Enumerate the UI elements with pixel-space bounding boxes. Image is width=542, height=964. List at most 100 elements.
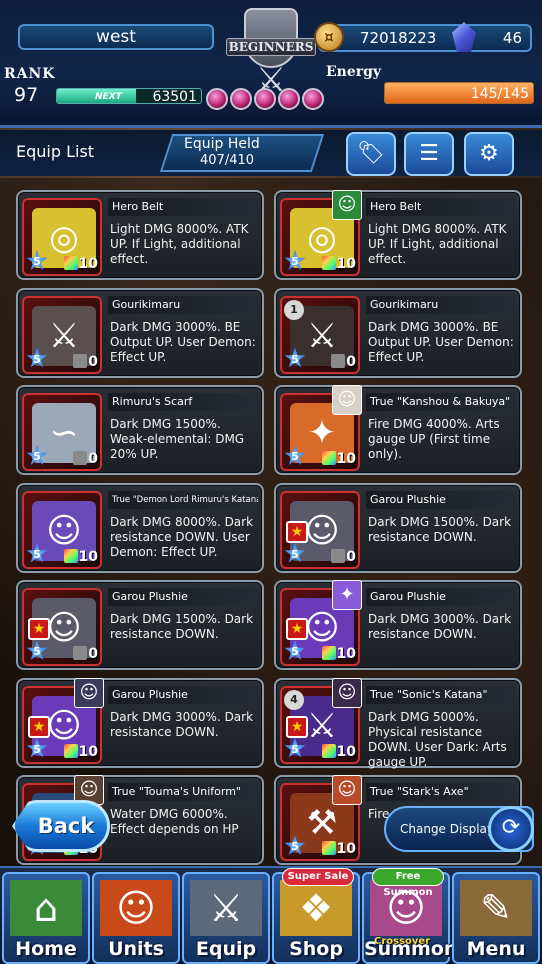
hammer-icon	[73, 353, 88, 368]
equip-level: 10	[321, 841, 356, 857]
equip-level-value: 10	[336, 646, 356, 662]
nav-units[interactable]: ☺ Units	[92, 872, 180, 964]
settings-button[interactable]: ⚙	[464, 132, 514, 176]
equip-description: Dark DMG 8000%. Dark resistance DOWN. Us…	[110, 514, 254, 559]
equip-thumbnail: ☺ ★ 5 0	[22, 588, 102, 666]
filter-button[interactable]: ☰	[404, 132, 454, 176]
nav-shop[interactable]: ❖ Super Sale Shop	[272, 868, 360, 964]
equip-name: Garou Plushie	[366, 490, 516, 509]
hero-icon: ☺	[100, 880, 172, 936]
exp-bar: NEXT 63501	[56, 88, 202, 104]
equip-card[interactable]: ⚔ 4 ★ 5 10 ☺ True "Sonic's Katana" Dark DMG 500…	[274, 677, 522, 769]
treasure-icon: ❖	[280, 880, 352, 936]
limit-break-badge: 1	[284, 299, 304, 320]
nav-home[interactable]: ⌂ Home	[2, 872, 90, 964]
equip-level-value: 0	[346, 548, 356, 565]
nav-summon[interactable]: ☺ Free Summon Crossover Summon	[362, 868, 458, 964]
equip-level-value: 10	[336, 256, 356, 272]
equip-card[interactable]: ☺ ★ 5 0 Garou Plushie Dark DMG 1500%. Dark re…	[16, 580, 264, 670]
equip-description: Light DMG 8000%. ATK UP. If Light, addit…	[368, 222, 507, 266]
equip-name: Garou Plushie	[366, 588, 516, 606]
back-button[interactable]: Back	[12, 800, 110, 852]
equip-level-value: 10	[336, 743, 356, 760]
equip-thumbnail: ∽ 5 0	[22, 393, 102, 471]
star-badge-icon: ★	[286, 520, 308, 543]
hammer-icon	[331, 353, 346, 368]
energy-bar[interactable]: 145/145	[384, 82, 534, 104]
equip-name: Rimuru's Scarf	[108, 393, 258, 411]
equip-card[interactable]: ✦ 5 10 ☺ True "Kanshou & Bakuya" Fire DMG 400…	[274, 385, 522, 475]
equip-name: Hero Belt	[366, 198, 516, 216]
equip-held-label: Equip Held	[184, 136, 260, 152]
bottom-nav: ⌂ Home ☺ Units ⚔ Equip ❖ Super Sale Shop ☺ Free Su…	[0, 866, 542, 964]
hammer-icon	[331, 548, 346, 563]
equip-description: Dark DMG 3000%. BE Output UP. User Demon…	[110, 319, 256, 364]
change-display-button[interactable]: Change Display ⟳	[384, 806, 534, 852]
equip-level-value: 0	[88, 646, 98, 662]
equip-name: Gourikimaru	[366, 295, 516, 314]
rainbow-hammer-icon	[321, 646, 336, 660]
equip-level-value: 0	[346, 353, 356, 370]
equip-name: Gourikimaru	[108, 295, 258, 314]
equip-name: Hero Belt	[108, 198, 258, 216]
equip-thumbnail: ⚔ 5 0	[22, 295, 102, 374]
nav-label: Summon	[364, 938, 458, 960]
equip-level: 10	[63, 548, 98, 565]
gems-value: 46	[502, 29, 522, 47]
currency-bar[interactable]: ¤ 72018223 46	[314, 22, 532, 52]
equip-card[interactable]: ⚔ 1 5 0 Gourikimaru Dark DMG 3000%. BE Output…	[274, 287, 522, 378]
equip-description: Dark DMG 1500%. Dark resistance DOWN.	[110, 612, 254, 641]
refresh-icon: ⟳	[488, 806, 534, 852]
equip-card[interactable]: ☺ ★ 5 0 Garou Plushie Dark DMG 1500%. Dark re…	[274, 482, 522, 573]
equip-level: 10	[63, 743, 98, 760]
limit-break-badge: 4	[284, 689, 304, 710]
equip-name: True "Kanshou & Bakuya"	[366, 393, 516, 411]
equip-card[interactable]: ☺ ★ 5 10 ✦ Garou Plushie Dark DMG 3000%. Dark …	[274, 580, 522, 670]
equip-description: Dark DMG 1500%. Weak-elemental: DMG 20% …	[110, 417, 245, 461]
coins-value: 72018223	[360, 29, 437, 47]
orb-row	[206, 88, 334, 114]
sword-icon: ⚔	[190, 880, 262, 936]
nav-promo-tag: Super Sale	[282, 868, 354, 886]
orb-icon	[230, 88, 252, 110]
equip-card[interactable]: ⚔ 5 0 Gourikimaru Dark DMG 3000%. BE Output …	[16, 287, 264, 378]
equip-level: 0	[331, 353, 356, 370]
next-label: NEXT	[95, 92, 122, 102]
tag-button[interactable]: 🏷	[346, 132, 396, 176]
rainbow-hammer-icon	[321, 256, 336, 270]
equipped-by-portrait-icon: ✦	[332, 580, 362, 610]
equip-list[interactable]: ◎ 5 10 Hero Belt Light DMG 8000%. ATK UP. If…	[0, 178, 542, 868]
equip-card[interactable]: ☺ ★ 5 10 ☺ Garou Plushie Dark DMG 3000%. Dark …	[16, 677, 264, 768]
player-name[interactable]: west	[18, 24, 214, 50]
equip-name: Garou Plushie	[108, 685, 258, 704]
house-icon: ⌂	[10, 880, 82, 936]
hammer-icon	[73, 646, 88, 660]
equip-thumbnail: ◎ 5 10	[22, 198, 102, 276]
equip-name: Garou Plushie	[108, 588, 258, 606]
equip-level: 10	[321, 256, 356, 272]
equip-description: Light DMG 8000%. ATK UP. If Light, addit…	[110, 222, 249, 266]
equip-level: 0	[73, 451, 98, 467]
equip-level: 0	[73, 646, 98, 662]
equip-card[interactable]: ◎ 5 10 ☺ Hero Belt Light DMG 8000%. ATK UP. I…	[274, 190, 522, 280]
rainbow-hammer-icon	[63, 548, 78, 563]
page-title: Equip List	[16, 142, 95, 161]
nav-equip[interactable]: ⚔ Equip	[182, 872, 270, 964]
equip-card[interactable]: ∽ 5 0 Rimuru's Scarf Dark DMG 1500%. Weak-el…	[16, 385, 264, 475]
orb-icon	[302, 88, 324, 110]
star-badge-icon: ★	[286, 715, 308, 738]
star-badge-icon: ★	[286, 618, 308, 640]
equip-card[interactable]: ☺ 5 10 True "Demon Lord Rimuru's Katana" Dar…	[16, 482, 264, 573]
orb-icon	[278, 88, 300, 110]
equip-description: Dark DMG 3000%. BE Output UP. User Demon…	[368, 319, 514, 364]
rainbow-hammer-icon	[321, 451, 336, 465]
equip-card[interactable]: ◎ 5 10 Hero Belt Light DMG 8000%. ATK UP. If…	[16, 190, 264, 280]
nav-menu[interactable]: ✎ Menu	[452, 872, 540, 964]
equip-description: Fire DMG 4000%. Arts gauge UP (First tim…	[368, 417, 500, 461]
equip-list-header: Equip List Equip Held 407/410 🏷 ☰ ⚙	[0, 130, 542, 176]
equip-level: 0	[73, 353, 98, 370]
equip-description: Dark DMG 1500%. Dark resistance DOWN.	[368, 514, 512, 544]
emblem-ribbon: BEGINNERS	[226, 38, 316, 56]
equipped-by-portrait-icon: ☺	[332, 677, 362, 708]
rank-label: RANK	[4, 66, 56, 82]
